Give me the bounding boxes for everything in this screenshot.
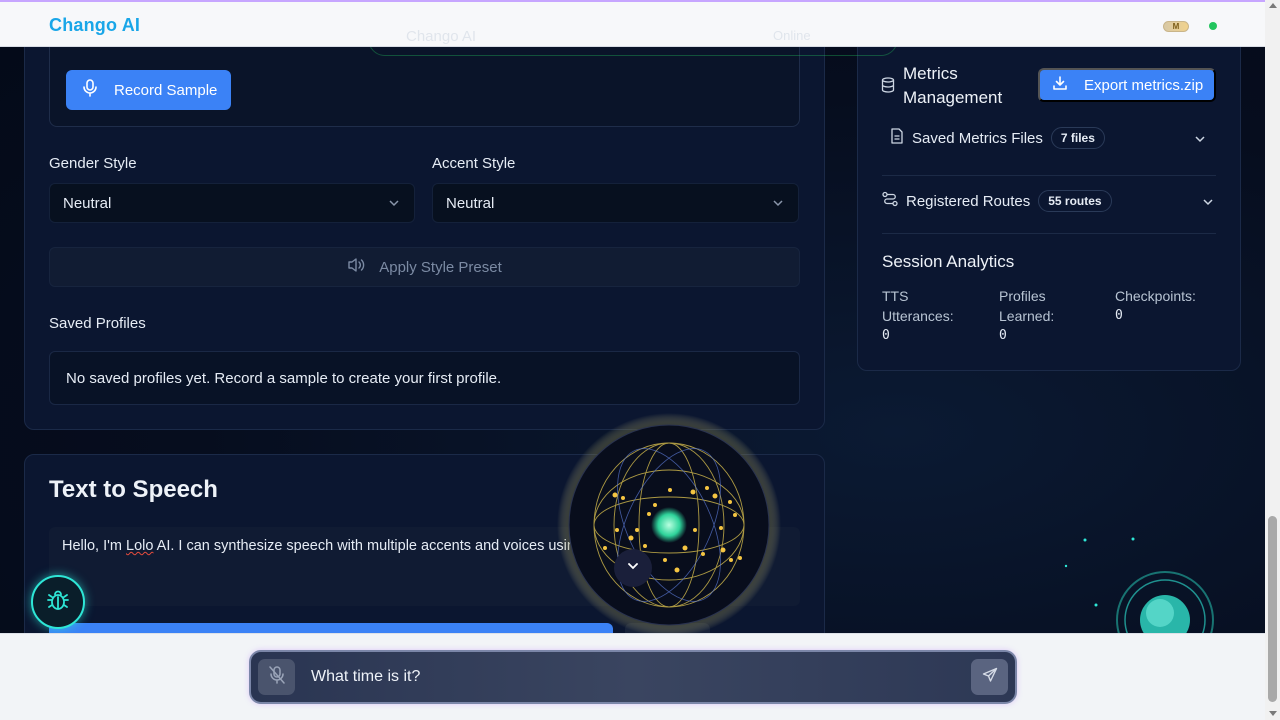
status-indicator: [1209, 22, 1217, 30]
tts-text-name: Lolo: [126, 538, 154, 554]
floating-header-title: Chango AI: [406, 28, 477, 45]
saved-metrics-files-count: 7 files: [1050, 127, 1105, 149]
assistant-orb[interactable]: [1060, 520, 1240, 669]
accent-style-label: Accent Style: [432, 155, 516, 172]
export-metrics-button[interactable]: Export metrics.zip: [1038, 68, 1216, 102]
stat-tts-utterances: TTS Utterances: 0: [882, 286, 982, 346]
stat-profiles-learned: Profiles Learned: 0: [999, 286, 1099, 346]
registered-routes-label: Registered Routes: [906, 192, 1031, 210]
mic-toggle-button[interactable]: [258, 659, 295, 695]
database-icon: [881, 77, 895, 98]
apply-style-preset-label: Apply Style Preset: [379, 258, 502, 276]
send-icon: [982, 667, 998, 688]
scroll-down-arrow-icon[interactable]: [1269, 711, 1277, 716]
gender-style-value: Neutral: [63, 194, 112, 212]
chevron-down-icon: [772, 196, 784, 213]
scroll-up-arrow-icon[interactable]: [1269, 3, 1277, 8]
chevron-down-icon: [1194, 132, 1206, 149]
record-sample-button[interactable]: Record Sample: [66, 70, 231, 110]
brand-logo[interactable]: Chango AI: [49, 15, 140, 36]
saved-profiles-empty: No saved profiles yet. Record a sample t…: [49, 351, 800, 405]
tts-title: Text to Speech: [49, 476, 218, 503]
accent-style-value: Neutral: [446, 194, 495, 212]
stat-value: 0: [1115, 308, 1123, 323]
metrics-management-title: Metrics Management: [903, 64, 1003, 107]
scroll-down-button[interactable]: [614, 549, 652, 587]
chevron-down-icon: [1202, 195, 1214, 212]
stat-label: TTS Utterances:: [882, 288, 954, 324]
voice-orb-sphere[interactable]: [545, 410, 795, 640]
stat-value: 0: [999, 328, 1007, 343]
microphone-icon: [82, 79, 98, 101]
mode-badge: M: [1163, 21, 1189, 32]
tts-text-before: Hello, I'm: [62, 538, 127, 554]
divider: [882, 233, 1216, 234]
session-analytics-title: Session Analytics: [882, 252, 1015, 271]
mic-off-icon: [268, 665, 285, 689]
stat-label: Profiles Learned:: [999, 288, 1055, 324]
download-icon: [1052, 75, 1068, 95]
apply-style-preset-button[interactable]: Apply Style Preset: [49, 247, 800, 287]
divider: [882, 175, 1216, 176]
accent-style-select[interactable]: Neutral: [432, 183, 799, 223]
chevron-down-icon: [626, 559, 640, 578]
registered-routes-count: 55 routes: [1038, 190, 1112, 212]
stat-checkpoints: Checkpoints: 0: [1115, 286, 1225, 326]
saved-metrics-files-label: Saved Metrics Files: [912, 129, 1043, 147]
routes-icon: [882, 191, 898, 211]
saved-profiles-label: Saved Profiles: [49, 315, 146, 332]
registered-routes-toggle[interactable]: Registered Routes 55 routes: [882, 190, 1216, 212]
chat-input[interactable]: [311, 665, 951, 689]
chevron-down-icon: [388, 196, 400, 213]
stat-label: Checkpoints:: [1115, 288, 1196, 304]
file-icon: [890, 128, 904, 148]
export-metrics-label: Export metrics.zip: [1084, 76, 1204, 94]
bug-icon: [46, 588, 70, 617]
send-button[interactable]: [971, 659, 1008, 695]
stat-value: 0: [882, 328, 890, 343]
debug-button[interactable]: [31, 575, 85, 629]
gender-style-select[interactable]: Neutral: [49, 183, 415, 223]
scrollbar-thumb[interactable]: [1268, 516, 1277, 702]
floating-header-status: Online: [773, 28, 811, 43]
gender-style-label: Gender Style: [49, 155, 137, 172]
speaker-icon: [347, 257, 365, 277]
record-sample-label: Record Sample: [114, 81, 218, 99]
top-navbar: Chango AI M: [0, 0, 1265, 47]
saved-metrics-files-toggle[interactable]: Saved Metrics Files 7 files: [890, 127, 1210, 149]
